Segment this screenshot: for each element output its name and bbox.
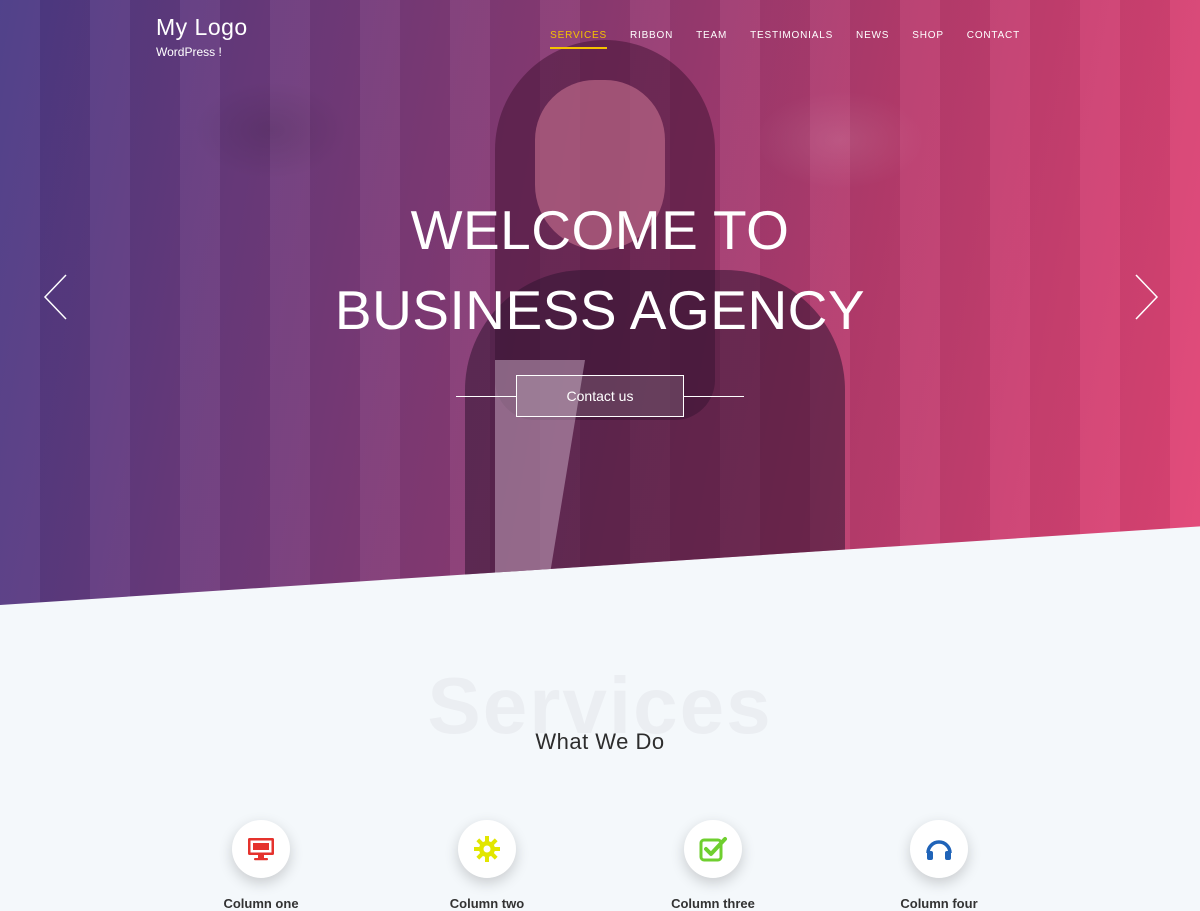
monitor-icon [248, 838, 274, 861]
hero-cta: Contact us [456, 375, 744, 417]
feature-label: Column three [671, 896, 755, 911]
cta-divider-right [684, 396, 744, 397]
main-nav: SERVICES RIBBON TEAM TESTIMONIALS NEWS S… [550, 30, 1020, 49]
gear-icon [474, 836, 500, 862]
nav-item-ribbon[interactable]: RIBBON [630, 30, 673, 49]
feature-icon-circle[interactable] [684, 820, 742, 878]
nav-item-testimonials[interactable]: TESTIMONIALS [750, 30, 833, 49]
feature-icon-circle[interactable] [910, 820, 968, 878]
feature-label: Column one [223, 896, 299, 911]
feature-column-two[interactable]: Column two [407, 820, 567, 911]
nav-item-news[interactable]: NEWS [856, 30, 889, 49]
headphones-icon [926, 840, 952, 860]
nav-item-shop[interactable]: SHOP [912, 30, 944, 49]
feature-column-four[interactable]: Column four [859, 820, 1019, 911]
logo-subtitle: WordPress ! [156, 45, 222, 59]
feature-column-one[interactable]: Column one [181, 820, 341, 911]
hero-title-line2: BUSINESS AGENCY [334, 279, 866, 341]
site-logo[interactable]: My Logo WordPress ! [156, 14, 248, 59]
nav-item-services[interactable]: SERVICES [550, 30, 607, 49]
feature-column-three[interactable]: Column three [633, 820, 793, 911]
hero-title-line1: WELCOME TO [410, 199, 790, 261]
nav-item-contact[interactable]: CONTACT [967, 30, 1020, 49]
logo-title[interactable]: My Logo [156, 14, 248, 41]
hero-title: WELCOME TO BUSINESS AGENCY [0, 190, 1200, 350]
cta-divider-left [456, 396, 516, 397]
contact-us-button[interactable]: Contact us [516, 375, 684, 417]
feature-label: Column four [900, 896, 978, 911]
services-heading: What We Do [535, 729, 665, 754]
feature-label: Column two [449, 896, 525, 911]
feature-icon-circle[interactable] [458, 820, 516, 878]
feature-icon-circle[interactable] [232, 820, 290, 878]
checkbox-icon [699, 837, 727, 862]
nav-item-team[interactable]: TEAM [696, 30, 727, 49]
